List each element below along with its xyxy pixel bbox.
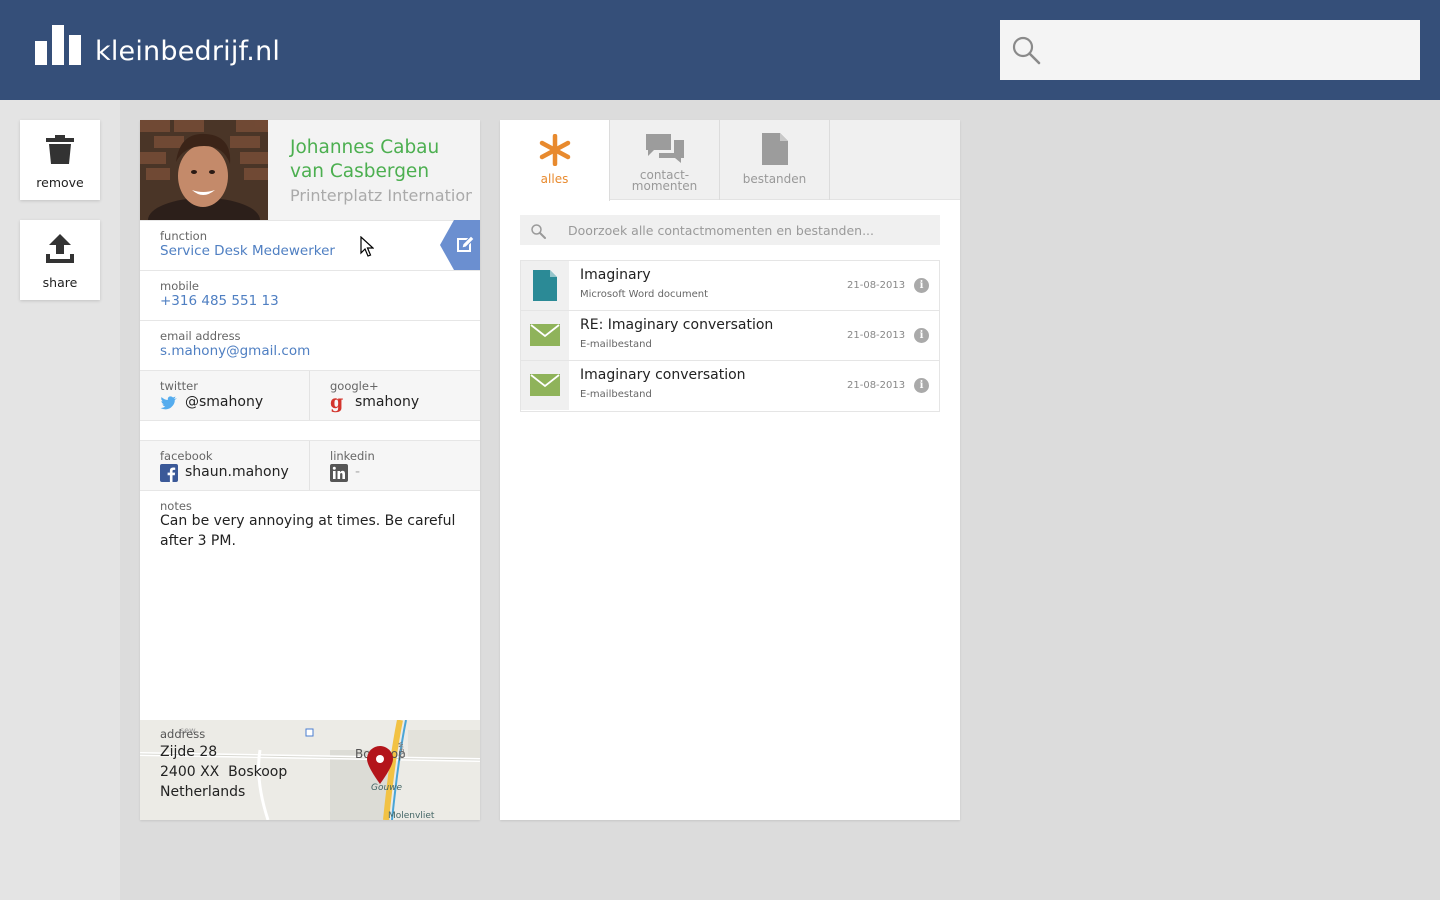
contact-company: Printerplatz International (290, 186, 472, 205)
twitter-value[interactable]: @smahony (185, 394, 263, 410)
activity-panel: alles contact- momenten bestanden Doorzo… (500, 120, 960, 820)
trash-icon (46, 135, 74, 164)
action-rail: remove share (0, 100, 120, 900)
search-icon (1012, 36, 1041, 65)
tab-alles-label: alles (540, 172, 569, 186)
item-date: 21-08-2013 (847, 380, 906, 391)
share-label: share (42, 275, 78, 290)
brand-name[interactable]: kleinbedrijf.nl (95, 36, 280, 67)
pencil-icon (440, 220, 480, 270)
notes-field: notes Can be very annoying at times. Be … (140, 490, 480, 720)
mouse-cursor-icon (360, 236, 374, 257)
function-value[interactable]: Service Desk Medewerker (160, 243, 335, 259)
address-line-2: 2400 XX Boskoop (160, 764, 288, 780)
item-title: RE: Imaginary conversation (580, 317, 774, 333)
word-document-icon (533, 270, 557, 301)
email-thumb (521, 311, 569, 360)
top-header: kleinbedrijf.nl (0, 0, 1440, 100)
social-row-2: facebook shaun.mahony linkedin - (140, 440, 480, 491)
facebook-field[interactable]: facebook shaun.mahony (140, 441, 310, 491)
email-field: email address s.mahony@gmail.com (140, 320, 480, 370)
envelope-icon (530, 374, 560, 396)
linkedin-field[interactable]: linkedin - (310, 441, 480, 491)
map-area-label: Molenvliet (388, 811, 435, 820)
item-title: Imaginary conversation (580, 367, 746, 383)
list-item[interactable]: RE: Imaginary conversation E-mailbestand… (521, 311, 939, 361)
twitter-icon (160, 396, 177, 410)
address-value[interactable]: Zijde 28 2400 XX Boskoop Netherlands (160, 742, 287, 802)
contact-header: Johannes Cabau van Casbergen Printerplat… (268, 120, 480, 220)
contact-photo (140, 120, 268, 220)
share-button[interactable]: share (20, 220, 100, 300)
facebook-label: facebook (160, 449, 213, 463)
mobile-field: mobile +316 485 551 13 (140, 270, 480, 320)
list-item[interactable]: Imaginary conversation E-mailbestand 21-… (521, 361, 939, 411)
list-item[interactable]: Imaginary Microsoft Word document 21-08-… (521, 261, 939, 311)
twitter-field[interactable]: twitter @smahony (140, 371, 310, 421)
address-line-1: Zijde 28 (160, 744, 218, 760)
contact-card: Johannes Cabau van Casbergen Printerplat… (140, 120, 480, 820)
info-icon[interactable]: i (914, 328, 929, 343)
edit-button[interactable] (440, 220, 480, 270)
asterisk-icon (539, 134, 571, 166)
google-value[interactable]: smahony (355, 394, 419, 410)
linkedin-label: linkedin (330, 449, 375, 463)
contact-name: Johannes Cabau van Casbergen (290, 137, 440, 182)
address-label: address (160, 727, 206, 741)
info-icon[interactable]: i (914, 378, 929, 393)
facebook-value[interactable]: shaun.mahony (185, 464, 289, 480)
panel-search[interactable] (520, 215, 940, 245)
address-line-3: Netherlands (160, 784, 246, 800)
linkedin-icon (330, 464, 348, 482)
global-search-input[interactable] (1050, 20, 1410, 80)
info-icon[interactable]: i (914, 278, 929, 293)
remove-label: remove (36, 175, 84, 190)
upload-icon (46, 234, 74, 263)
logo-icon[interactable] (35, 25, 81, 65)
remove-button[interactable]: remove (20, 120, 100, 200)
item-subtitle: E-mailbestand (580, 339, 652, 350)
tab-contactmomenten[interactable]: contact- momenten (610, 120, 720, 200)
tab-bar: alles contact- momenten bestanden (500, 120, 960, 201)
search-icon (531, 224, 546, 239)
google-plus-icon: g (330, 391, 344, 413)
email-value[interactable]: s.mahony@gmail.com (160, 343, 310, 359)
mobile-value[interactable]: +316 485 551 13 (160, 293, 279, 309)
social-row-1: twitter @smahony google+ g smahony (140, 370, 480, 421)
chat-bubbles-icon (646, 134, 684, 163)
google-field[interactable]: google+ g smahony (310, 371, 480, 421)
document-icon (762, 133, 788, 165)
item-date: 21-08-2013 (847, 330, 906, 341)
facebook-icon (160, 464, 178, 482)
email-label: email address (160, 329, 241, 343)
tab-alles[interactable]: alles (500, 120, 610, 201)
map-river-label: Gouwe (371, 783, 403, 793)
email-thumb (521, 361, 569, 410)
map-pin-icon[interactable] (367, 746, 393, 784)
tab-bestanden[interactable]: bestanden (720, 120, 830, 200)
twitter-label: twitter (160, 379, 198, 393)
item-subtitle: E-mailbestand (580, 389, 652, 400)
global-search[interactable] (1000, 20, 1420, 80)
activity-list: Imaginary Microsoft Word document 21-08-… (520, 260, 940, 412)
spacer-divider (140, 420, 480, 440)
address-map[interactable]: sew Boskoop Gouwe Molenvliet weg address… (140, 720, 480, 820)
panel-search-input[interactable] (568, 215, 928, 245)
document-thumb (521, 261, 569, 310)
item-title: Imaginary (580, 267, 651, 283)
item-subtitle: Microsoft Word document (580, 289, 709, 300)
tab-bestanden-label: bestanden (742, 172, 807, 186)
linkedin-value[interactable]: - (355, 464, 360, 480)
tab-contactmomenten-label: contact- momenten (631, 168, 698, 193)
function-label: function (160, 229, 207, 243)
item-date: 21-08-2013 (847, 280, 906, 291)
envelope-icon (530, 324, 560, 346)
notes-value[interactable]: Can be very annoying at times. Be carefu… (160, 511, 460, 551)
function-field: function Service Desk Medewerker (140, 220, 480, 270)
mobile-label: mobile (160, 279, 200, 293)
